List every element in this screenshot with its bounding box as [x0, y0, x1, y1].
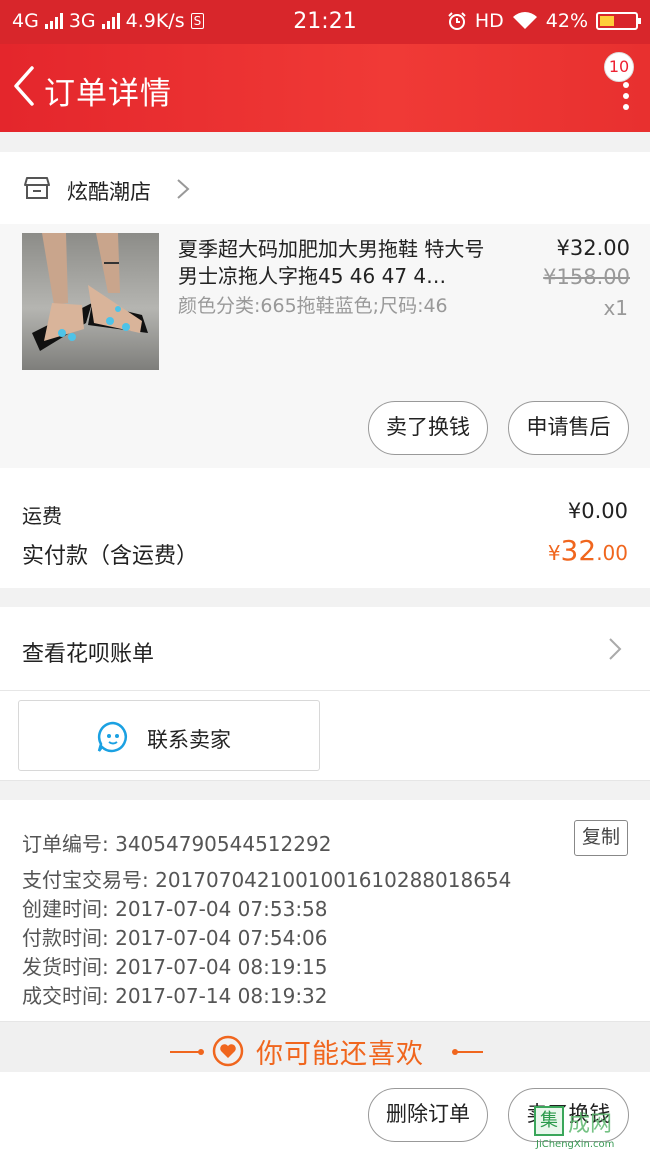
completed-time: 成交时间: 2017-07-14 08:19:32 [22, 984, 328, 1008]
alipay-trade-number: 支付宝交易号: 2017070421001001610288018654 [22, 868, 512, 892]
delete-order-button[interactable]: 删除订单 [368, 1088, 488, 1142]
product-item[interactable]: 夏季超大码加肥加大男拖鞋 特大号男士凉拖人字拖45 46 47 4… 颜色分类:… [0, 224, 650, 468]
product-title: 夏季超大码加肥加大男拖鞋 特大号男士凉拖人字拖45 46 47 4… [178, 237, 485, 288]
status-bar: 4G 3G 4.9K/s S 21:21 HD 42% [0, 0, 650, 44]
paid-integer: 32 [560, 534, 597, 567]
nav-header: 订单详情 10 [0, 44, 650, 132]
contact-seller-button[interactable]: 联系卖家 [18, 700, 320, 771]
product-original-price: ¥158.00 [543, 265, 630, 289]
order-info: 订单编号: 34054790544512292 复制 支付宝交易号: 20170… [0, 800, 650, 1022]
divider-line [170, 1051, 200, 1053]
created-time: 创建时间: 2017-07-04 07:53:58 [22, 897, 328, 921]
hd-label: HD [474, 10, 504, 32]
chevron-right-icon [609, 638, 622, 660]
battery-percent: 42% [545, 10, 588, 32]
battery-level [600, 16, 615, 26]
huabei-bill-row[interactable]: 查看花呗账单 [0, 607, 650, 691]
divider-dot [198, 1049, 204, 1055]
product-image[interactable] [22, 233, 159, 370]
huabei-label: 查看花呗账单 [22, 642, 155, 667]
watermark-box: 集 [534, 1106, 564, 1136]
sell-button[interactable]: 卖了换钱 [368, 401, 488, 455]
chevron-right-icon [177, 179, 190, 199]
divider-line [455, 1051, 483, 1053]
more-menu-icon[interactable] [622, 82, 630, 110]
paid-label: 实付款（含运费） [22, 544, 199, 569]
battery-icon [596, 12, 641, 30]
watermark-text: 成网 [568, 1112, 613, 1137]
shop-name: 炫酷潮店 [67, 180, 151, 204]
after-sale-button[interactable]: 申请售后 [508, 401, 629, 455]
paid-currency: ¥ [547, 541, 561, 565]
recommend-header: 你可能还喜欢 [0, 1022, 650, 1072]
chat-bubble-icon [97, 721, 127, 753]
watermark-url: JiChengXin.com [536, 1139, 615, 1150]
shipping-value: ¥0.00 [567, 499, 628, 523]
order-number: 订单编号: 34054790544512292 [22, 832, 332, 856]
shop-row[interactable]: 炫酷潮店 [0, 152, 650, 224]
shipping-label: 运费 [22, 504, 62, 528]
contact-area: 联系卖家 [0, 691, 650, 781]
alarm-icon [448, 12, 466, 30]
shipped-time: 发货时间: 2017-07-04 08:19:15 [22, 955, 328, 979]
fee-summary: 运费 ¥0.00 实付款（含运费） ¥32.00 [0, 468, 650, 588]
paid-time: 付款时间: 2017-07-04 07:54:06 [22, 926, 328, 950]
heart-icon [212, 1035, 244, 1067]
watermark-logo: 集 成网 JiChengXin.com [534, 1106, 646, 1152]
recommend-title: 你可能还喜欢 [256, 1039, 424, 1070]
paid-amount: ¥32.00 [548, 534, 628, 567]
back-arrow-icon[interactable] [8, 62, 48, 110]
store-icon [24, 177, 50, 199]
contact-seller-label: 联系卖家 [147, 728, 231, 752]
wifi-icon [512, 12, 537, 29]
message-badge[interactable]: 10 [604, 52, 634, 82]
product-price: ¥32.00 [556, 236, 630, 260]
page-title: 订单详情 [44, 76, 172, 112]
product-spec: 颜色分类:665拖鞋蓝色;尺码:46 [178, 295, 448, 317]
copy-button[interactable]: 复制 [574, 820, 628, 856]
paid-decimal: .00 [596, 541, 628, 565]
product-quantity: x1 [603, 296, 628, 320]
